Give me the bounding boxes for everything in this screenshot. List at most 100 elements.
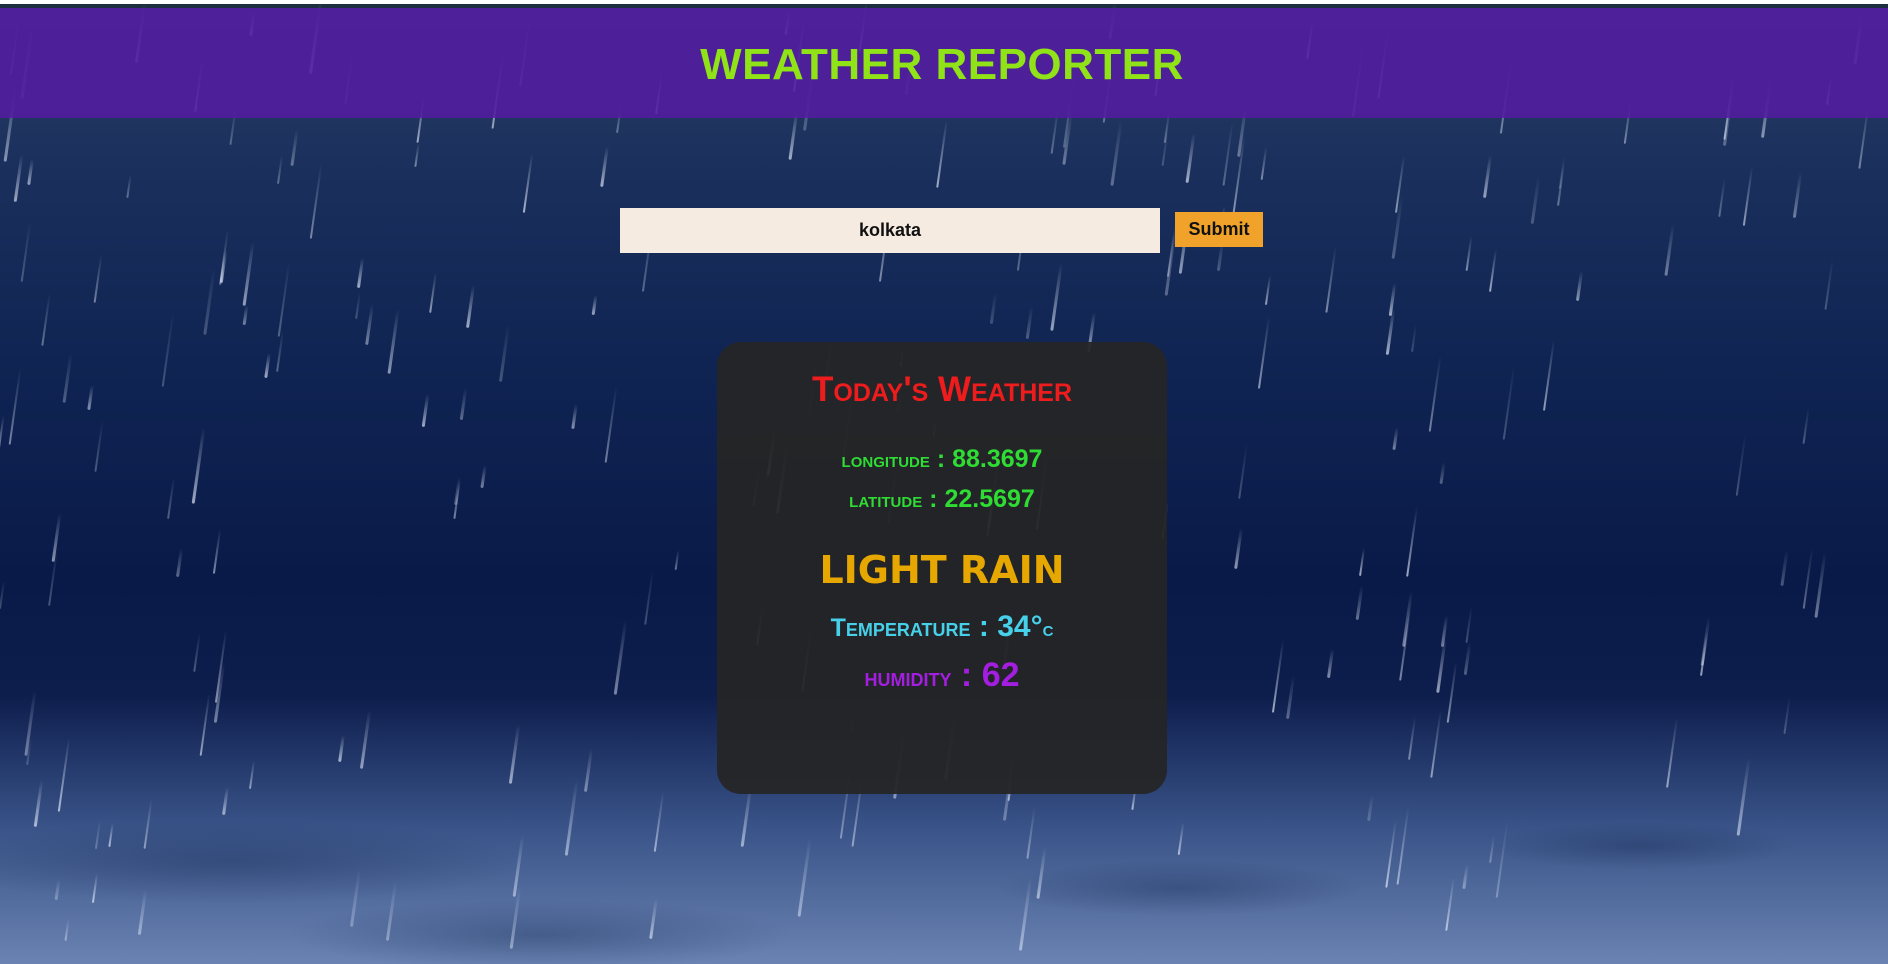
- rain-streak: [1445, 877, 1455, 931]
- longitude-row: longitude : 88.3697: [841, 445, 1043, 473]
- rain-streak: [1394, 155, 1406, 213]
- rain-streak: [359, 710, 372, 769]
- app-header: WEATHER REPORTER: [0, 8, 1888, 118]
- rain-streak: [24, 689, 37, 756]
- rain-streak: [649, 897, 658, 940]
- rain-streak: [1257, 316, 1271, 389]
- rain-streak: [1359, 547, 1365, 577]
- rain-streak: [1802, 408, 1810, 444]
- rain-streak: [1463, 641, 1472, 676]
- rain-streak: [51, 513, 62, 562]
- submit-button[interactable]: Submit: [1175, 212, 1263, 247]
- rain-streak: [414, 142, 420, 168]
- rain-streak: [1166, 232, 1176, 277]
- rain-streak: [175, 547, 184, 578]
- rain-streak: [1483, 155, 1492, 198]
- rain-streak: [1666, 717, 1678, 788]
- rain-streak: [797, 838, 812, 917]
- rain-streak: [936, 119, 948, 188]
- rain-streak: [1736, 758, 1751, 836]
- temperature-row: Temperature : 34°c: [830, 610, 1054, 643]
- rain-streak: [356, 257, 365, 289]
- rain-streak: [1402, 591, 1413, 647]
- rain-streak: [93, 254, 103, 303]
- rain-streak: [1430, 710, 1442, 778]
- rain-streak: [1396, 806, 1410, 885]
- rain-streak: [429, 272, 437, 313]
- rain-streak: [57, 737, 71, 812]
- rain-streak: [199, 693, 211, 756]
- longitude-value: 88.3697: [952, 445, 1043, 473]
- rain-streak: [1018, 877, 1033, 951]
- rain-streak: [54, 878, 61, 901]
- rain-streak: [1408, 717, 1416, 760]
- rain-streak: [27, 158, 34, 186]
- rain-streak: [1558, 156, 1566, 189]
- rain-streak: [1367, 793, 1374, 822]
- rain-streak: [1222, 121, 1234, 186]
- rain-streak: [0, 415, 5, 452]
- rain-streak: [508, 724, 521, 784]
- rain-streak: [94, 819, 102, 849]
- rain-streak: [453, 481, 461, 519]
- temperature-unit: c: [1042, 618, 1054, 641]
- rain-streak: [600, 145, 609, 188]
- rain-streak: [203, 267, 216, 335]
- rain-streak: [1238, 444, 1248, 499]
- rain-streak: [277, 261, 291, 337]
- rain-streak: [1185, 133, 1196, 183]
- rain-streak: [466, 285, 475, 328]
- rain-streak: [1326, 648, 1335, 679]
- rain-streak: [264, 352, 271, 379]
- weather-condition: LIGHT RAIN: [819, 548, 1065, 592]
- rain-streak: [137, 889, 148, 935]
- rain-streak: [459, 387, 468, 421]
- rain-streak: [1260, 146, 1268, 180]
- rain-streak: [41, 293, 51, 346]
- rain-streak: [1026, 807, 1036, 859]
- rain-streak: [276, 155, 284, 184]
- rain-streak: [309, 164, 323, 239]
- rain-streak: [1388, 282, 1397, 317]
- rain-streak: [219, 229, 229, 285]
- rain-streak: [1489, 249, 1497, 292]
- rain-streak: [1234, 527, 1243, 570]
- rain-streak: [653, 791, 665, 852]
- weather-card: Today's Weather longitude : 88.3697 lati…: [717, 342, 1167, 794]
- rain-streak: [0, 580, 6, 609]
- rain-streak: [1557, 163, 1565, 206]
- rain-streak: [1735, 434, 1747, 496]
- rain-streak: [191, 427, 206, 504]
- app-title: WEATHER REPORTER: [700, 40, 1184, 89]
- rain-streak: [1062, 112, 1073, 165]
- rain-streak: [1177, 822, 1185, 855]
- rain-streak: [1802, 547, 1814, 609]
- humidity-row: humidity : 62: [864, 656, 1020, 694]
- rain-streak: [1446, 661, 1458, 723]
- rain-streak: [604, 386, 618, 463]
- rain-streak: [1465, 606, 1473, 643]
- rain-streak: [385, 881, 398, 941]
- city-search-input[interactable]: [620, 208, 1160, 253]
- rain-streak: [613, 619, 628, 695]
- rain-streak: [644, 570, 654, 625]
- rain-streak: [126, 173, 132, 199]
- rain-streak: [214, 629, 228, 703]
- rain-streak: [1050, 263, 1063, 331]
- rain-streak: [1025, 305, 1034, 340]
- rain-streak: [1428, 356, 1442, 432]
- longitude-label: longitude: [841, 449, 930, 472]
- rain-streak: [1161, 131, 1169, 166]
- rain-streak: [1355, 585, 1364, 621]
- rain-streak: [212, 529, 222, 574]
- rain-streak: [290, 128, 299, 167]
- rain-streak: [13, 154, 24, 202]
- rain-streak: [1392, 426, 1399, 451]
- rain-streak: [248, 760, 256, 789]
- rain-streak: [1495, 821, 1509, 898]
- rain-streak: [1391, 195, 1404, 259]
- rain-streak: [480, 464, 487, 489]
- rain-streak: [1110, 120, 1123, 186]
- humidity-value: 62: [981, 656, 1020, 694]
- rain-streak: [1399, 611, 1411, 681]
